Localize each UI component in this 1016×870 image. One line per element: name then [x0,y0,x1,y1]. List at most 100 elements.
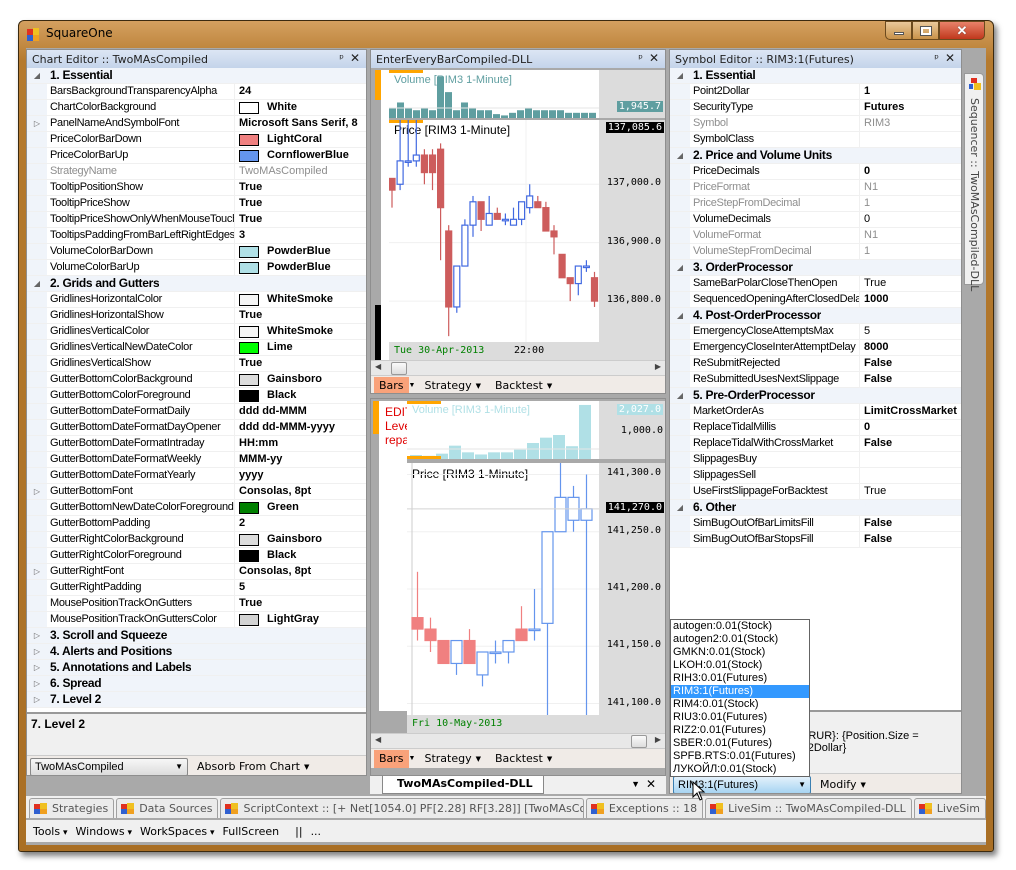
property-row[interactable]: VolumeFormat N1 [670,228,961,244]
document-tab[interactable]: TwoMAsCompiled-DLL [382,776,544,794]
scroll-right-icon[interactable]: ▶ [655,362,661,371]
property-row[interactable]: ReplaceTidalMillis 0 [670,420,961,436]
property-row[interactable]: PriceStepFromDecimal 1 [670,196,961,212]
property-row[interactable]: SimBugOutOfBarStopsFill False [670,532,961,548]
property-row[interactable]: GridlinesHorizontalColor WhiteSmoke [27,292,366,308]
property-value[interactable]: 0 [860,212,961,227]
property-row[interactable]: TooltipPriceShow True [27,196,366,212]
close-panel-icon[interactable]: ✕ [945,51,955,65]
property-value[interactable]: 1 [860,244,961,259]
scroll-left-icon[interactable]: ◀ [375,735,381,744]
property-row[interactable]: VolumeColorBarDown PowderBlue [27,244,366,260]
property-value[interactable]: Gainsboro [235,372,366,387]
main-menu-item[interactable]: Windows ▾ [72,825,137,838]
dropdown-option[interactable]: RIM4:0.01(Stock) [671,698,809,711]
property-row[interactable]: BarsBackgroundTransparencyAlpha 24 [27,84,366,100]
property-value[interactable]: RIM3 [860,116,961,131]
property-value[interactable]: True [235,356,366,371]
property-value[interactable]: False [860,532,961,547]
horizontal-scrollbar[interactable]: ◀ ▶ [371,360,665,375]
dropdown-option[interactable]: autogen:0.01(Stock) [671,620,809,633]
property-row[interactable]: PriceColorBarUp CornflowerBlue [27,148,366,164]
property-value[interactable] [860,132,961,147]
property-value[interactable]: LimitCrossMarket [860,404,961,419]
property-row[interactable]: TooltipPriceShowOnlyWhenMouseTouches True [27,212,366,228]
close-tab-icon[interactable]: ✕ [646,777,656,791]
property-row[interactable]: GutterBottomDateFormatDayOpener ddd dd-MM… [27,420,366,436]
property-value[interactable]: 0 [860,420,961,435]
property-value[interactable]: Gainsboro [235,532,366,547]
category-row[interactable]: ▷ 3. Scroll and Squeeze [27,628,366,644]
dropdown-option[interactable]: SBER:0.01(Futures) [671,737,809,750]
property-value[interactable]: Green [235,500,366,515]
tab-list-icon[interactable]: ▼ [631,779,640,789]
property-row[interactable]: GutterBottomDateFormatWeekly MMM-yy [27,452,366,468]
bottom-tab[interactable]: LiveSim [913,798,986,818]
property-row[interactable]: SymbolClass [670,132,961,148]
expand-icon[interactable]: ▷ [27,676,47,691]
property-value[interactable]: MMM-yy [235,452,366,467]
property-value[interactable]: Consolas, 8pt [235,564,366,579]
property-row[interactable]: GutterRightColorForeground Black [27,548,366,564]
volume-pane[interactable]: Volume [RIM3 1-Minute] 1,945.7 [389,70,665,118]
property-row[interactable]: MousePositionTrackOnGutters True [27,596,366,612]
expand-icon[interactable]: ▷ [27,644,47,659]
property-row[interactable]: Point2Dollar 1 [670,84,961,100]
property-row[interactable]: VolumeStepFromDecimal 1 [670,244,961,260]
property-row[interactable]: SameBarPolarCloseThenOpen True [670,276,961,292]
property-row[interactable]: ▷ PanelNameAndSymbolFont Microsoft Sans Se… [27,116,366,132]
sequencer-side-tab[interactable]: Sequencer :: TwoMAsCompiled-DLL [964,73,984,291]
property-value[interactable]: 2 [235,516,366,531]
backtest-menu[interactable]: Backtest ▼ [490,750,557,768]
property-value[interactable]: LightGray [235,612,366,627]
dropdown-option[interactable]: GMKN:0.01(Stock) [671,646,809,659]
property-row[interactable]: SlippagesSell [670,468,961,484]
collapse-icon[interactable]: ◢ [670,308,690,323]
collapse-icon[interactable]: ◢ [670,68,690,83]
dropdown-option[interactable]: LKOH:0.01(Stock) [671,659,809,672]
property-row[interactable]: GutterRightPadding 5 [27,580,366,596]
property-value[interactable]: CornflowerBlue [235,148,366,163]
dropdown-option[interactable]: RIM3:1(Futures) [671,685,809,698]
property-value[interactable]: False [860,356,961,371]
property-row[interactable]: GutterBottomNewDateColorForeground Green [27,500,366,516]
property-value[interactable]: True [235,180,366,195]
property-row[interactable]: SequencedOpeningAfterClosedDelay 1000 [670,292,961,308]
main-menu-item[interactable]: WorkSpaces ▾ [136,825,219,838]
property-value[interactable]: Futures [860,100,961,115]
property-row[interactable]: GutterBottomColorForeground Black [27,388,366,404]
property-row[interactable]: TooltipPositionShow True [27,180,366,196]
property-value[interactable]: 8000 [860,340,961,355]
category-row[interactable]: ▷ 6. Spread [27,676,366,692]
volume-pane[interactable]: Volume [RIM3 1-Minute] 2,027.0 1,000.0 [407,401,665,459]
bottom-tab[interactable]: LiveSim :: TwoMAsCompiled-DLL [705,798,912,818]
bottom-tab[interactable]: Data Sources [116,798,219,818]
property-value[interactable]: False [860,436,961,451]
property-row[interactable]: Symbol RIM3 [670,116,961,132]
modify-menu[interactable]: Modify ▼ [815,776,871,794]
category-row[interactable]: ◢ 1. Essential [670,68,961,84]
property-value[interactable]: N1 [860,180,961,195]
property-row[interactable]: SimBugOutOfBarLimitsFill False [670,516,961,532]
property-value[interactable]: PowderBlue [235,260,366,275]
expand-icon[interactable]: ▷ [27,484,47,499]
price-pane[interactable]: Price [RIM3 1-Minute] 141,270.0 141,300.… [407,463,665,733]
main-menu-item[interactable]: Tools ▾ [29,825,72,838]
property-value[interactable]: TwoMAsCompiled [235,164,366,179]
property-value[interactable]: Black [235,388,366,403]
property-value[interactable]: 1 [860,84,961,99]
property-row[interactable]: ReSubmittedUsesNextSlippage False [670,372,961,388]
property-value[interactable]: 0 [860,164,961,179]
property-value[interactable]: True [860,276,961,291]
dropdown-option[interactable]: RIH3:0.01(Futures) [671,672,809,685]
bottom-tab[interactable]: Strategies [29,798,115,818]
property-value[interactable]: True [235,308,366,323]
property-row[interactable]: GutterBottomColorBackground Gainsboro [27,372,366,388]
property-value[interactable]: 24 [235,84,366,99]
property-value[interactable]: Lime [235,340,366,355]
property-row[interactable]: VolumeColorBarUp PowderBlue [27,260,366,276]
property-row[interactable]: PriceDecimals 0 [670,164,961,180]
property-value[interactable]: ddd dd-MMM-yyyy [235,420,366,435]
close-panel-icon[interactable]: ✕ [350,51,360,65]
property-row[interactable]: MarketOrderAs LimitCrossMarket [670,404,961,420]
